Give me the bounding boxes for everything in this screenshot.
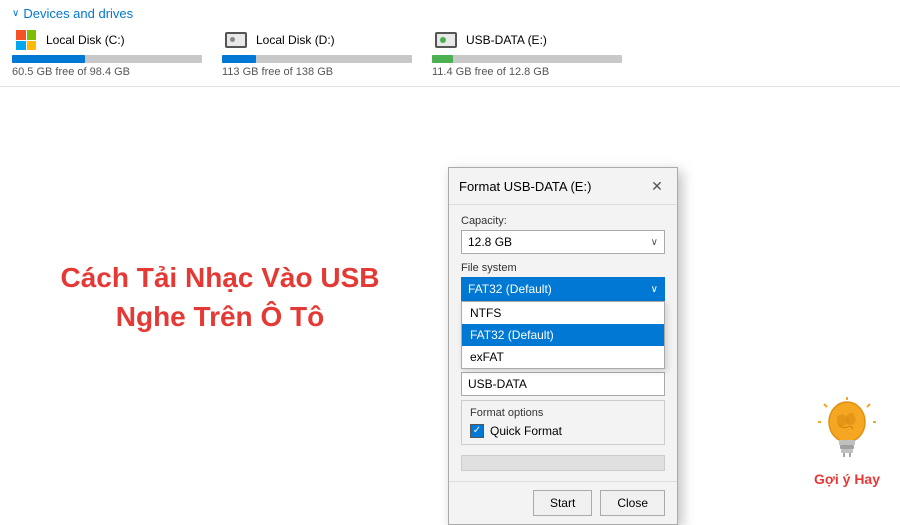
- filesystem-option-ntfs[interactable]: NTFS: [462, 302, 664, 324]
- volume-input[interactable]: [461, 372, 665, 396]
- drive-d[interactable]: Local Disk (D:) 113 GB free of 138 GB: [222, 29, 412, 78]
- promo-line2: Nghe Trên Ô Tô: [61, 297, 380, 336]
- drive-d-fill: [222, 55, 256, 63]
- progress-section: [461, 455, 665, 471]
- quick-format-row: ✓ Quick Format: [470, 424, 656, 438]
- drive-d-header: Local Disk (D:): [222, 29, 412, 51]
- close-button[interactable]: Close: [600, 490, 665, 516]
- promo-line1: Cách Tải Nhạc Vào USB: [61, 258, 380, 297]
- checkmark-icon: ✓: [473, 426, 481, 436]
- logo-area: Gợi ý Hay: [814, 397, 880, 487]
- drive-e[interactable]: USB-DATA (E:) 11.4 GB free of 12.8 GB: [432, 29, 622, 78]
- left-content: Cách Tải Nhạc Vào USB Nghe Trên Ô Tô: [0, 87, 440, 507]
- dialog-close-button[interactable]: ✕: [647, 176, 667, 196]
- progress-bar-empty: [461, 455, 665, 471]
- drive-e-space: 11.4 GB free of 12.8 GB: [432, 66, 622, 78]
- drives-row: Local Disk (C:) 60.5 GB free of 98.4 GB …: [12, 29, 888, 78]
- drive-c-header: Local Disk (C:): [12, 29, 202, 51]
- drive-d-progress: [222, 55, 412, 63]
- drive-e-name: USB-DATA (E:): [466, 33, 547, 47]
- capacity-value: 12.8 GB: [468, 235, 512, 249]
- filesystem-dropdown: FAT32 (Default) ∨ NTFS FAT32 (Default) e…: [461, 277, 665, 301]
- top-section: ∨ Devices and drives Local Disk (C:) 60.…: [0, 0, 900, 87]
- drive-e-fill: [432, 55, 453, 63]
- usb-drive-icon: [432, 29, 460, 51]
- promo-text: Cách Tải Nhạc Vào USB Nghe Trên Ô Tô: [61, 258, 380, 336]
- drive-c-progress: [12, 55, 202, 63]
- drive-c-space: 60.5 GB free of 98.4 GB: [12, 66, 202, 78]
- drive-d-space: 113 GB free of 138 GB: [222, 66, 412, 78]
- filesystem-selected-value: FAT32 (Default): [468, 282, 552, 296]
- filesystem-arrow-icon: ∨: [651, 284, 658, 295]
- dialog-footer: Start Close: [449, 481, 677, 524]
- windows-drive-icon: [12, 29, 40, 51]
- dialog-body: Capacity: 12.8 GB ∨ File system FAT32 (D…: [449, 205, 677, 481]
- logo-text: Gợi ý Hay: [814, 471, 880, 487]
- capacity-label: Capacity:: [461, 215, 665, 227]
- drive-c-fill: [12, 55, 85, 63]
- drive-e-progress: [432, 55, 622, 63]
- drive-e-header: USB-DATA (E:): [432, 29, 622, 51]
- hdd-drive-icon: [222, 29, 250, 51]
- bulb-icon: [817, 397, 877, 467]
- drive-d-name: Local Disk (D:): [256, 33, 335, 47]
- capacity-arrow-icon: ∨: [651, 237, 658, 248]
- drive-c[interactable]: Local Disk (C:) 60.5 GB free of 98.4 GB: [12, 29, 202, 78]
- capacity-select[interactable]: 12.8 GB ∨: [461, 230, 665, 254]
- chevron-icon: ∨: [12, 8, 19, 19]
- filesystem-option-exfat[interactable]: exFAT: [462, 346, 664, 368]
- quick-format-checkbox[interactable]: ✓: [470, 424, 484, 438]
- filesystem-dropdown-list: NTFS FAT32 (Default) exFAT: [461, 301, 665, 369]
- filesystem-label: File system: [461, 262, 665, 274]
- filesystem-option-fat32[interactable]: FAT32 (Default): [462, 324, 664, 346]
- format-dialog: Format USB-DATA (E:) ✕ Capacity: 12.8 GB…: [448, 167, 678, 525]
- format-options-group: Format options ✓ Quick Format: [461, 400, 665, 445]
- start-button[interactable]: Start: [533, 490, 592, 516]
- format-options-title: Format options: [470, 407, 656, 419]
- devices-drives-label: Devices and drives: [23, 6, 133, 21]
- drive-c-name: Local Disk (C:): [46, 33, 125, 47]
- devices-drives-header: ∨ Devices and drives: [12, 6, 888, 21]
- quick-format-label: Quick Format: [490, 424, 562, 438]
- dialog-title: Format USB-DATA (E:): [459, 179, 591, 194]
- main-area: Cách Tải Nhạc Vào USB Nghe Trên Ô Tô: [0, 87, 900, 507]
- dialog-titlebar: Format USB-DATA (E:) ✕: [449, 168, 677, 205]
- filesystem-selected[interactable]: FAT32 (Default) ∨: [461, 277, 665, 301]
